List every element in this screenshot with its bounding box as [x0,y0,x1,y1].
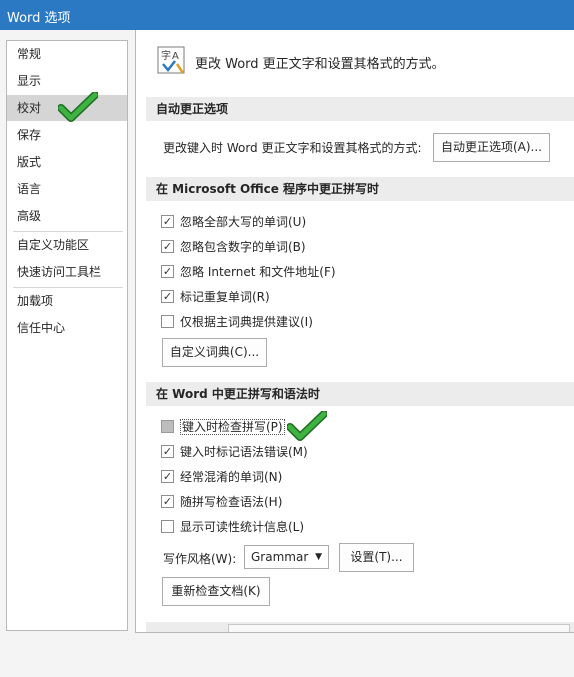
autocorrect-options-button[interactable]: 自动更正选项(A)... [433,133,550,162]
next-section-partial [146,622,574,632]
checkbox-row[interactable]: ✓ 经常混淆的单词(N) [161,468,282,486]
checkbox-label: 仅根据主词典提供建议(I) [180,315,313,329]
writing-style-value: Grammar [251,550,309,564]
writing-style-select[interactable]: Grammar ▼ [244,545,329,569]
custom-dictionaries-button[interactable]: 自定义词典(C)... [162,338,267,367]
checkbox-row[interactable]: ✓ 忽略全部大写的单词(U) [161,213,306,231]
sidebar-item-save[interactable]: 保存 [7,122,127,148]
sidebar-item-quick-access-toolbar[interactable]: 快速访问工具栏 [7,259,127,285]
checkbox-label: 经常混淆的单词(N) [180,470,283,484]
sidebar-item-addins[interactable]: 加载项 [7,288,127,314]
checkbox-row[interactable]: ✓ 随拼写检查语法(H) [161,493,282,511]
flag-repeated-words-checkbox[interactable]: ✓ [161,290,174,303]
checkbox-row[interactable]: ✓ 标记重复单词(R) [161,288,270,306]
checkbox-row[interactable]: ✓ 键入时标记语法错误(M) [161,443,308,461]
autocorrect-description: 更改键入时 Word 更正文字和设置其格式的方式: [163,141,422,155]
section-word-spelling-title: 在 Word 中更正拼写和语法时 [146,382,574,406]
checkbox-row[interactable]: ✓ 忽略包含数字的单词(B) [161,238,306,256]
chevron-down-icon: ▼ [315,552,322,562]
checkbox-row[interactable]: 显示可读性统计信息(L) [161,518,304,536]
window-title: Word 选项 [7,11,71,26]
proofing-abc-check-icon: 字 A [157,46,185,74]
title-bar: Word 选项 [0,0,574,30]
page-header-text: 更改 Word 更正文字和设置其格式的方式。 [195,57,445,72]
mark-grammar-errors-checkbox[interactable]: ✓ [161,445,174,458]
sidebar-item-advanced[interactable]: 高级 [7,203,127,229]
check-grammar-with-spelling-checkbox[interactable]: ✓ [161,495,174,508]
checkbox-label: 显示可读性统计信息(L) [180,520,305,534]
check-spelling-as-you-type-checkbox[interactable] [161,420,174,433]
checkbox-label: 键入时标记语法错误(M) [180,445,308,459]
annotation-check-icon [287,411,327,441]
sidebar-item-display[interactable]: 显示 [7,68,127,94]
checkbox-row[interactable]: 键入时检查拼写(P) [161,418,285,436]
sidebar-item-trust-center[interactable]: 信任中心 [7,315,127,341]
checkbox-row[interactable]: ✓ 忽略 Internet 和文件地址(F) [161,263,336,281]
recheck-document-button[interactable]: 重新检查文档(K) [162,577,270,606]
checkbox-label: 忽略全部大写的单词(U) [180,215,307,229]
sidebar-item-language[interactable]: 语言 [7,176,127,202]
readability-statistics-checkbox[interactable] [161,520,174,533]
ignore-uppercase-checkbox[interactable]: ✓ [161,215,174,228]
confused-words-checkbox[interactable]: ✓ [161,470,174,483]
checkbox-label: 忽略 Internet 和文件地址(F) [180,265,336,279]
checkbox-row[interactable]: 仅根据主词典提供建议(I) [161,313,313,331]
sidebar-item-layout[interactable]: 版式 [7,149,127,175]
annotation-check-icon [58,92,98,122]
sidebar-item-general[interactable]: 常规 [7,41,127,67]
main-dictionary-only-checkbox[interactable] [161,315,174,328]
checkbox-label: 标记重复单词(R) [180,290,270,304]
sidebar: 常规 显示 校对 保存 版式 语言 高级 自定义功能区 快速访问工具栏 加载项 … [6,40,128,631]
writing-style-label: 写作风格(W): [163,552,237,566]
svg-text:字: 字 [161,49,171,62]
next-section-control-partial [228,624,570,632]
section-autocorrect-title: 自动更正选项 [146,97,574,121]
svg-text:A: A [172,51,179,62]
checkbox-label: 随拼写检查语法(H) [180,495,283,509]
sidebar-item-customize-ribbon[interactable]: 自定义功能区 [7,232,127,258]
checkbox-label: 忽略包含数字的单词(B) [180,240,306,254]
checkbox-label: 键入时检查拼写(P) [180,419,285,435]
ignore-numbers-checkbox[interactable]: ✓ [161,240,174,253]
grammar-settings-button[interactable]: 设置(T)... [339,543,414,572]
section-office-spelling-title: 在 Microsoft Office 程序中更正拼写时 [146,177,574,201]
ignore-internet-addresses-checkbox[interactable]: ✓ [161,265,174,278]
